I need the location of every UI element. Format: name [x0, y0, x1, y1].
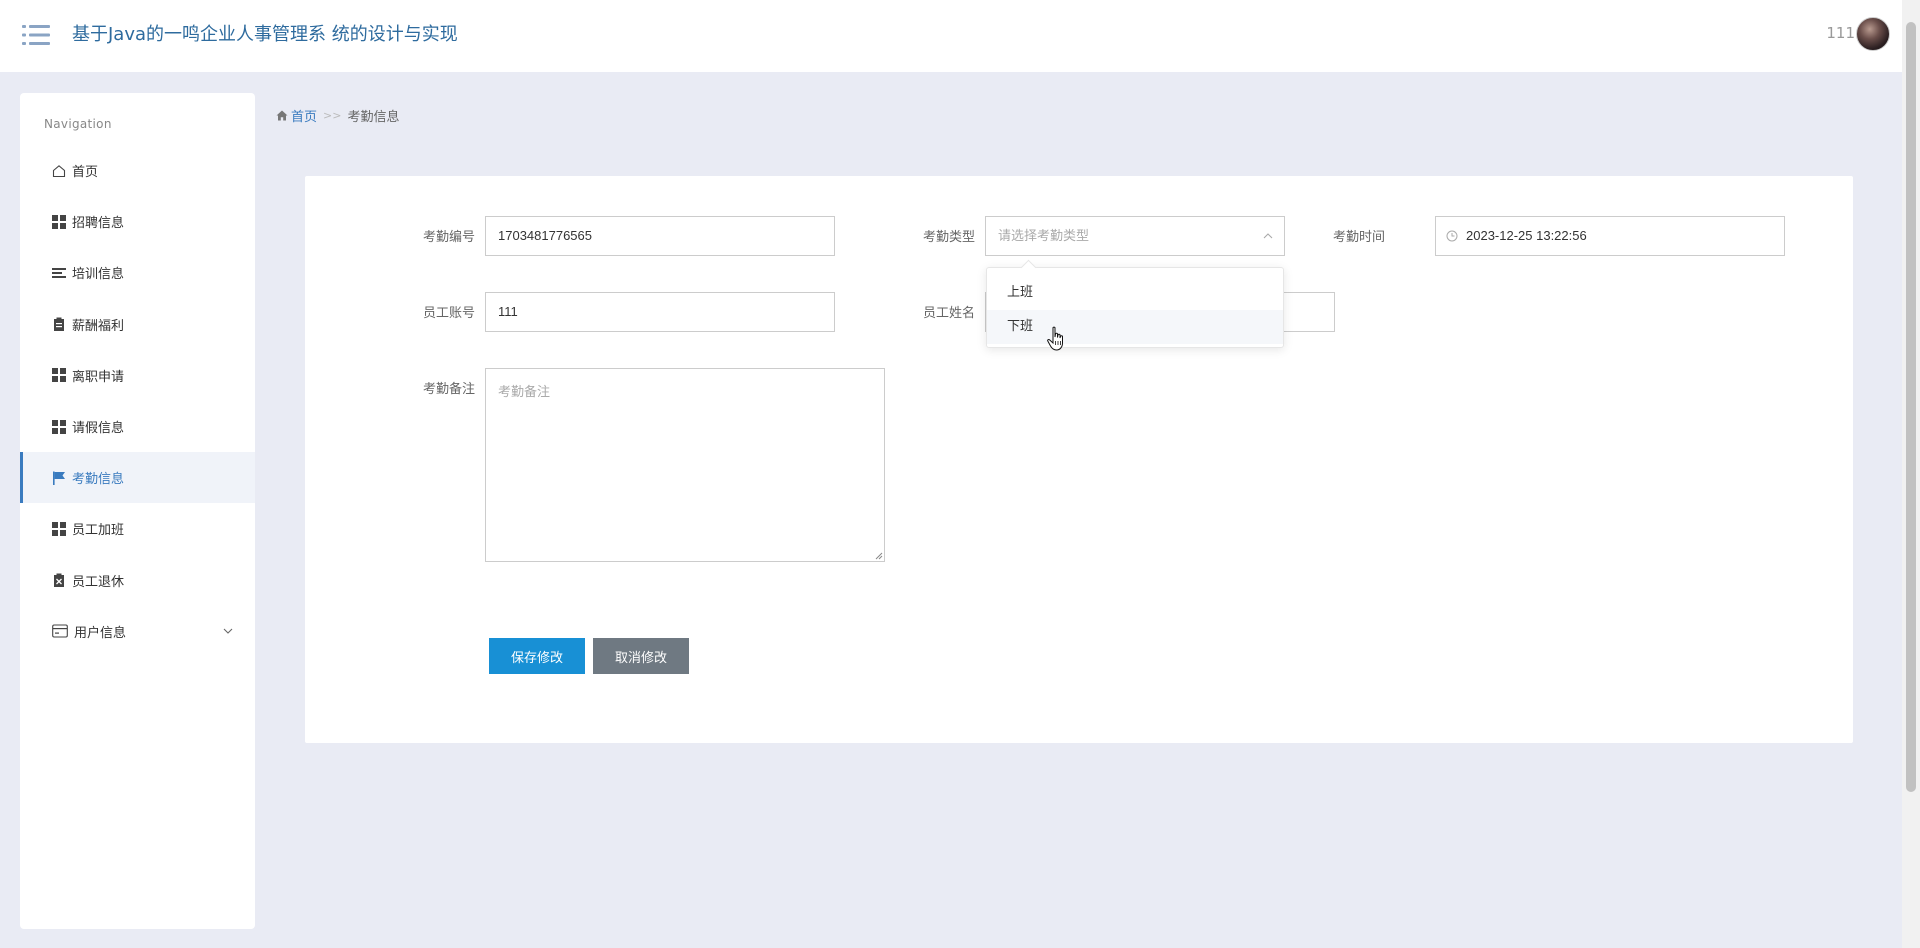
attendance-type-dropdown: 上班 下班	[986, 267, 1284, 348]
chevron-up-icon	[1263, 233, 1273, 239]
save-button[interactable]: 保存修改	[489, 638, 585, 674]
scrollbar-thumb[interactable]	[1906, 22, 1916, 792]
sidebar-item-label: 考勤信息	[72, 472, 125, 488]
sidebar-item-label: 用户信息	[74, 625, 127, 641]
attendance-no-input[interactable]: 1703481776565	[485, 216, 835, 256]
breadcrumb-separator: >>	[323, 109, 342, 122]
wallet-icon	[52, 624, 68, 638]
hand-cursor-icon	[1047, 326, 1063, 351]
list-icon	[52, 267, 66, 278]
page-scrollbar[interactable]	[1902, 0, 1920, 948]
menu-icon[interactable]	[22, 24, 50, 46]
breadcrumb-current: 考勤信息	[347, 110, 400, 125]
clipboard-icon	[54, 317, 64, 332]
attendance-time-value: 2023-12-25 13:22:56	[1466, 228, 1587, 243]
sidebar-item-training[interactable]: 培训信息	[20, 247, 255, 298]
attendance-type-placeholder: 请选择考勤类型	[998, 228, 1090, 243]
resize-grip-icon[interactable]	[873, 550, 883, 560]
home-icon	[276, 110, 288, 121]
attendance-type-label: 考勤类型	[922, 230, 975, 245]
sidebar-item-label: 离职申请	[72, 369, 125, 385]
sidebar-item-leave[interactable]: 请假信息	[20, 401, 255, 452]
nav-title: Navigation	[44, 117, 112, 131]
breadcrumb-home-label: 首页	[291, 110, 318, 125]
flag-icon	[53, 471, 65, 485]
sidebar-item-salary[interactable]: 薪酬福利	[20, 299, 255, 350]
attendance-time-label: 考勤时间	[1332, 230, 1385, 245]
grid-icon	[52, 521, 66, 536]
grid-icon	[52, 419, 66, 434]
header-username[interactable]: 111	[1826, 24, 1855, 42]
remark-label: 考勤备注	[422, 382, 475, 397]
sidebar-item-label: 首页	[72, 165, 99, 181]
attendance-time-input[interactable]: 2023-12-25 13:22:56	[1435, 216, 1785, 256]
employee-account-label: 员工账号	[422, 306, 475, 321]
user-avatar[interactable]	[1856, 17, 1890, 51]
remark-textarea[interactable]: 考勤备注	[485, 368, 885, 562]
clock-icon	[1446, 230, 1458, 242]
form-card: 考勤编号 1703481776565 考勤类型 请选择考勤类型 考勤时间 202…	[305, 176, 1853, 743]
employee-account-input[interactable]: 111	[485, 292, 835, 332]
breadcrumb-home[interactable]: 首页	[276, 106, 317, 125]
sidebar-item-label: 薪酬福利	[72, 318, 125, 334]
top-header: 基于Java的一鸣企业人事管理系 统的设计与实现 111	[0, 0, 1902, 72]
sidebar-item-user-info[interactable]: 用户信息	[20, 606, 255, 657]
sidebar-item-label: 培训信息	[72, 267, 125, 283]
attendance-type-select[interactable]: 请选择考勤类型	[985, 216, 1285, 256]
sidebar-item-label: 员工加班	[72, 523, 125, 539]
nav-list: 首页 招聘信息 培训信息 薪酬福利 离职申请 请假信息 考勤信息 员工加班 员工…	[20, 145, 255, 657]
sidebar-item-overtime[interactable]: 员工加班	[20, 503, 255, 554]
sidebar-item-resignation[interactable]: 离职申请	[20, 350, 255, 401]
dropdown-option-off-duty[interactable]: 下班	[987, 310, 1283, 344]
chevron-down-icon[interactable]	[223, 626, 233, 636]
home-icon	[52, 164, 66, 177]
cancel-button[interactable]: 取消修改	[593, 638, 689, 674]
sidebar: Navigation 首页 招聘信息 培训信息 薪酬福利 离职申请 请假信息 考…	[20, 93, 255, 929]
app-title: 基于Java的一鸣企业人事管理系 统的设计与实现	[72, 24, 458, 45]
sidebar-item-label: 招聘信息	[72, 216, 125, 232]
employee-name-label: 员工姓名	[922, 306, 975, 321]
sidebar-item-home[interactable]: 首页	[20, 145, 255, 196]
sidebar-item-recruitment[interactable]: 招聘信息	[20, 196, 255, 247]
remark-placeholder: 考勤备注	[498, 385, 551, 400]
grid-icon	[52, 368, 66, 383]
attendance-no-label: 考勤编号	[422, 230, 475, 245]
sidebar-item-label: 请假信息	[72, 421, 125, 437]
sidebar-item-label: 员工退休	[72, 574, 125, 590]
clipboard-x-icon	[54, 573, 64, 588]
dropdown-option-on-duty[interactable]: 上班	[987, 276, 1283, 310]
breadcrumb: 首页 >> 考勤信息	[276, 106, 399, 125]
sidebar-item-retirement[interactable]: 员工退休	[20, 555, 255, 606]
grid-icon	[52, 214, 66, 229]
sidebar-item-attendance[interactable]: 考勤信息	[20, 452, 255, 504]
